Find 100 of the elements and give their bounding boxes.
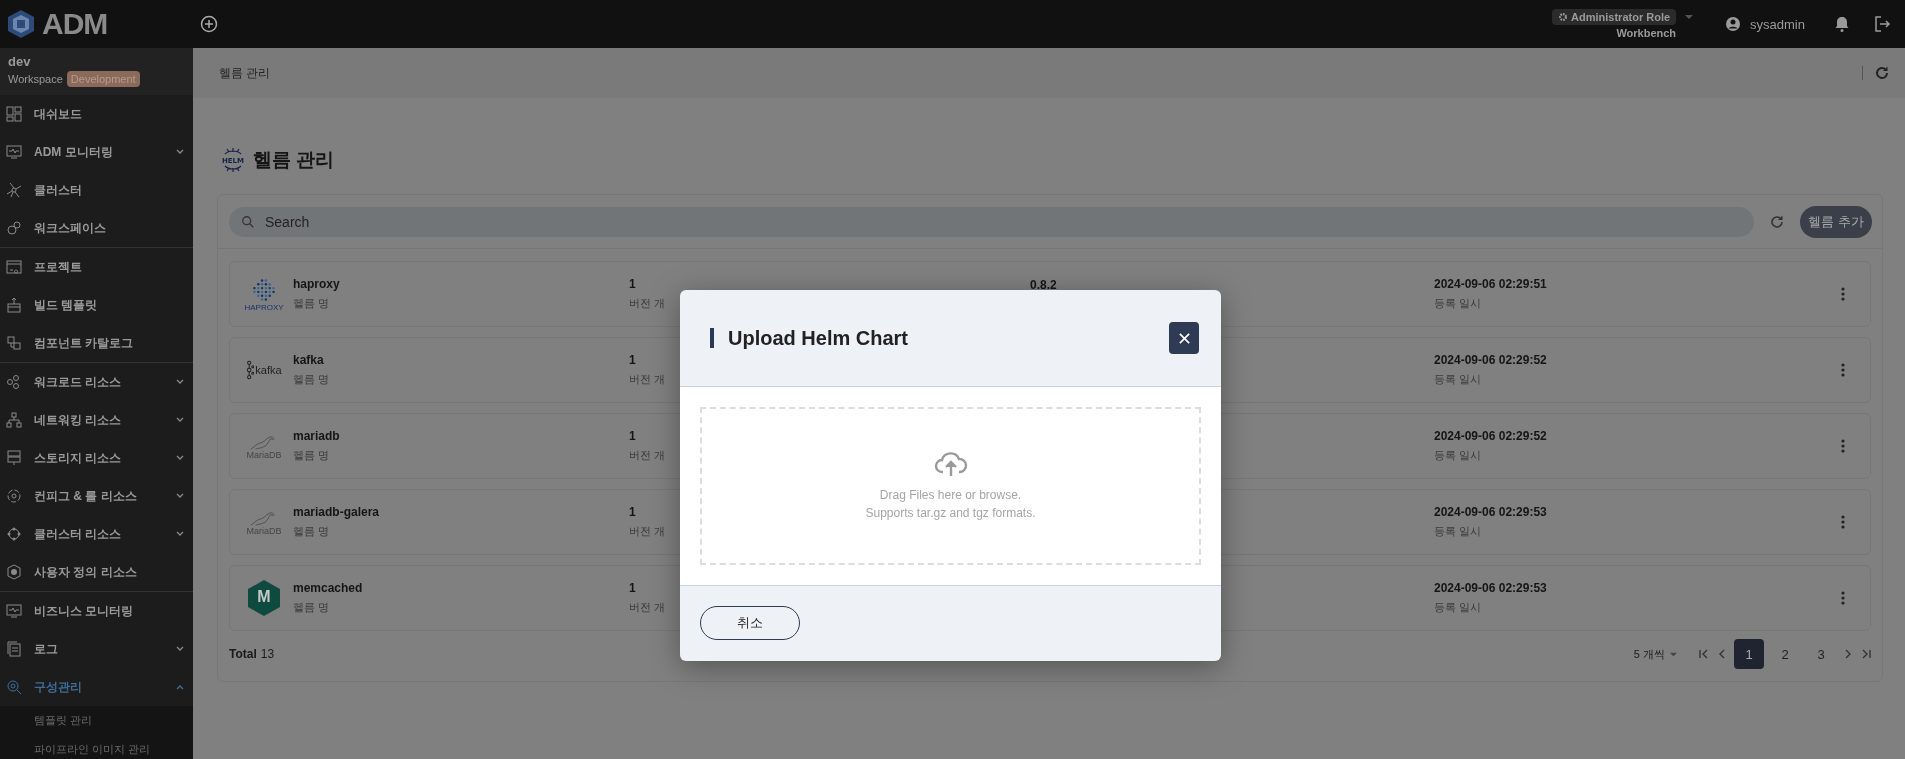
document-icon	[6, 641, 22, 657]
logo-text: MariaDB	[246, 525, 282, 536]
add-icon[interactable]	[200, 15, 218, 33]
drop-hint: Drag Files here or browse.	[879, 487, 1022, 504]
blocks-icon	[6, 335, 22, 351]
logo-text: M	[256, 588, 272, 606]
hierarchy-icon	[6, 412, 22, 428]
sidebar-item[interactable]: 비즈니스 모니터링	[0, 592, 193, 630]
dialog-title: Upload Helm Chart	[728, 326, 910, 350]
first-page-icon[interactable]	[1698, 648, 1710, 660]
gear-icon	[6, 488, 22, 504]
refresh-icon[interactable]	[1873, 64, 1891, 82]
cell-value: 2024-09-06 02:29:51	[1434, 277, 1547, 291]
more-icon[interactable]	[1840, 590, 1846, 606]
sidebar-item[interactable]: ADM 모니터링	[0, 133, 193, 171]
dotted-circle-icon	[251, 276, 277, 303]
search-icon	[241, 215, 255, 229]
sidebar-subitem[interactable]: 템플릿 관리	[0, 706, 193, 735]
more-icon[interactable]	[1840, 362, 1846, 378]
close-button[interactable]	[1169, 322, 1199, 354]
cell-label: 헬름 명	[293, 372, 330, 387]
cell-label: 등록 일시	[1434, 524, 1482, 539]
cell-value: 2024-09-06 02:29:52	[1434, 353, 1547, 367]
hexagon-icon	[247, 579, 281, 617]
cell-label: 헬름 명	[293, 448, 330, 463]
more-icon[interactable]	[1840, 514, 1846, 530]
nodes-icon	[246, 360, 255, 380]
cell-value: 2024-09-06 02:29:52	[1434, 429, 1547, 443]
more-icon[interactable]	[1840, 286, 1846, 302]
logo-text: kafka	[255, 364, 282, 376]
cell-label: 등록 일시	[1434, 448, 1482, 463]
cell-value: 1	[629, 581, 636, 595]
sidebar-item[interactable]: 컨피그 & 롤 리소스	[0, 477, 193, 515]
cell-label: 등록 일시	[1434, 296, 1482, 311]
caret-icon[interactable]	[1684, 12, 1695, 22]
cell-label: 버전 개	[629, 524, 666, 539]
workspace-name: dev	[8, 54, 32, 69]
drop-hint: Supports tar.gz and tgz formats.	[865, 505, 1036, 522]
cell-value: 1	[629, 505, 636, 519]
page-button[interactable]: 2	[1770, 639, 1800, 669]
user-icon	[1724, 15, 1743, 33]
cell-value: 1	[629, 353, 636, 367]
sidebar-item[interactable]: 컴포넌트 카탈로그	[0, 324, 193, 362]
cell-value: memcached	[293, 581, 363, 595]
cell-label: 헬름 명	[293, 600, 330, 615]
add-helm-button[interactable]: 헬름 추가	[1800, 206, 1872, 238]
gear-icon	[1558, 12, 1569, 22]
search-field[interactable]: Search	[229, 207, 1755, 237]
page-button[interactable]: 3	[1806, 639, 1836, 669]
cell-label: 헬름 명	[293, 524, 330, 539]
cell-label: 등록 일시	[1434, 372, 1482, 387]
title-accent-bar	[710, 328, 714, 348]
cell-value: 2024-09-06 02:29:53	[1434, 505, 1547, 519]
cell-value: 0.8.2	[1030, 278, 1057, 292]
sidebar-item[interactable]: 사용자 정의 리소스	[0, 553, 193, 591]
page-title: 헬름 관리	[253, 148, 335, 172]
sidebar-item[interactable]: 대쉬보드	[0, 95, 193, 133]
sidebar-item[interactable]: 로그	[0, 630, 193, 668]
page-size-select[interactable]: 5 개씩	[1633, 646, 1678, 662]
monitor-icon	[6, 144, 22, 160]
total-label: Total	[229, 647, 257, 661]
cube-logo-icon	[6, 9, 36, 39]
window-icon	[6, 259, 22, 275]
user-name[interactable]: sysadmin	[1750, 16, 1805, 32]
total-count: 13	[260, 647, 275, 661]
sidebar-item[interactable]: 워크로드 리소스	[0, 363, 193, 401]
sidebar-item[interactable]: 워크스페이스	[0, 209, 193, 247]
cell-label: 버전 개	[629, 600, 666, 615]
monitor-icon	[6, 603, 22, 619]
sidebar-item[interactable]: 클러스터 리소스	[0, 515, 193, 553]
more-icon[interactable]	[1840, 438, 1846, 454]
box-icon	[6, 297, 22, 313]
server-icon	[6, 450, 22, 466]
cell-value: haproxy	[293, 277, 340, 291]
sidebar-item[interactable]: 프로젝트	[0, 248, 193, 286]
network-icon	[6, 182, 22, 198]
logo-text: MariaDB	[246, 449, 282, 460]
page-button[interactable]: 1	[1734, 639, 1764, 669]
bell-icon[interactable]	[1833, 15, 1851, 33]
cell-value: 1	[629, 277, 636, 291]
close-icon	[1177, 331, 1191, 345]
cloud-upload-icon	[933, 450, 968, 478]
sidebar-item[interactable]: 네트워킹 리소스	[0, 401, 193, 439]
circles-icon	[6, 220, 22, 236]
cell-value: mariadb	[293, 429, 340, 443]
cell-label: 등록 일시	[1434, 600, 1482, 615]
logout-icon[interactable]	[1873, 15, 1891, 33]
breadcrumb: 헬름 관리	[219, 64, 271, 82]
cell-label: 버전 개	[629, 448, 666, 463]
sidebar-item[interactable]: 구성관리	[0, 668, 193, 706]
last-page-icon[interactable]	[1860, 648, 1872, 660]
sidebar-item[interactable]: 클러스터	[0, 171, 193, 209]
cell-value: 2024-09-06 02:29:53	[1434, 581, 1547, 595]
logo-text: ADM	[42, 7, 108, 41]
sidebar-item[interactable]: 빌드 템플릿	[0, 286, 193, 324]
cell-value: mariadb-galera	[293, 505, 380, 519]
logo-text: HAPROXY	[244, 302, 284, 312]
sidebar-item[interactable]: 스토리지 리소스	[0, 439, 193, 477]
sidebar-subitem[interactable]: 파이프라인 이미지 관리	[0, 735, 193, 759]
cell-label: 버전 개	[629, 296, 666, 311]
